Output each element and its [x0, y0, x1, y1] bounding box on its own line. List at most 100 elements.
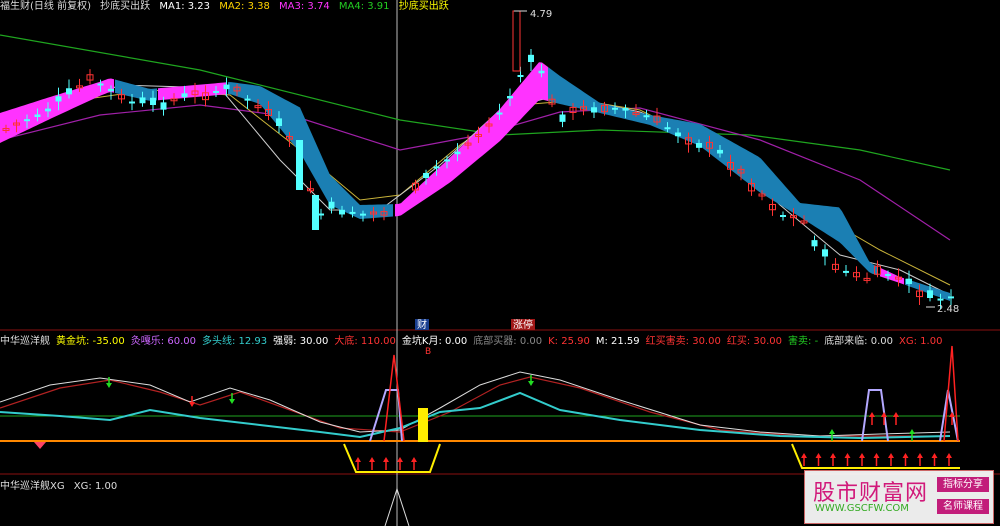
- candle-body-down: [339, 209, 345, 215]
- red-arrow-head: [888, 453, 894, 458]
- candle-body-down: [296, 140, 303, 190]
- watermark-url: WWW.GSCFW.COM: [815, 503, 909, 514]
- sub2-value: XG: 1.00: [73, 481, 118, 492]
- sub2-label: 中华巡洋舰XG: [0, 481, 65, 492]
- sub1-item: K: 25.90: [548, 336, 590, 347]
- candle-body-down: [906, 278, 912, 284]
- candle-body-down: [496, 112, 503, 115]
- sub1-item: 害卖: -: [788, 336, 819, 347]
- band-up-segment: [0, 78, 114, 143]
- chart-title: 福生财(日线 前复权): [0, 1, 91, 12]
- candle-body-down: [55, 96, 62, 102]
- moving-average-lines: [0, 34, 951, 296]
- sub1-header: 中华巡洋舰 黄金坑: -35.00 灸嘎乐: 60.00 多头线: 12.93 强弱: …: [0, 332, 948, 347]
- candle-body-down: [34, 114, 41, 117]
- candle-body-down: [612, 107, 618, 110]
- red-arrow-head: [917, 453, 923, 458]
- high-price-label: 4.79: [530, 9, 552, 20]
- red-arrow-head: [830, 453, 836, 458]
- candle-body-down: [349, 211, 356, 214]
- candle-body-down: [538, 70, 545, 74]
- sub1-item: 强弱: 30.00: [273, 336, 329, 347]
- red-arrow-head: [873, 453, 880, 458]
- sub1-item: 底部来临: 0.00: [824, 336, 894, 347]
- candle-body-down: [843, 270, 849, 273]
- sub-indicator-panel: [0, 345, 960, 473]
- arrow-down-head: [106, 383, 112, 388]
- green-arrow-head: [909, 429, 915, 434]
- extra-indicator: 抄底买出跃: [398, 1, 449, 12]
- watermark-tag2: 名师课程: [937, 499, 989, 514]
- candle-body-down: [664, 127, 671, 130]
- sell-triangle: [34, 442, 46, 449]
- candle-body-down: [108, 88, 114, 92]
- arrow-down-head: [229, 399, 235, 404]
- arrow-down-head: [528, 381, 534, 386]
- ma1-line: [0, 84, 951, 296]
- candle-body-down: [360, 213, 366, 216]
- candle-body-down: [559, 114, 566, 122]
- low-price-label: 2.48: [937, 304, 959, 315]
- sub1-item: 黄金坑: -35.00: [56, 336, 125, 347]
- stock-chart: 4.79 2.48 财 涨停 B: [0, 0, 1000, 526]
- sub1-item: 中华巡洋舰: [0, 336, 50, 347]
- red-arrow-head: [815, 453, 822, 458]
- red-arrow-head: [902, 453, 909, 458]
- candle-body-down: [780, 215, 786, 217]
- red-arrow-head: [411, 457, 417, 462]
- cai-marker: 财: [417, 318, 427, 331]
- b-marker: B: [425, 347, 431, 357]
- candle-body-down: [423, 172, 429, 178]
- sub1-item: XG: 1.00: [899, 336, 943, 347]
- ma3-label: MA3: 3.74: [279, 1, 330, 12]
- candle-body-down: [591, 107, 597, 113]
- sub1-item: M: 21.59: [595, 336, 640, 347]
- red-arrow-head: [397, 457, 403, 462]
- sub1-item: 大底: 110.00: [334, 336, 396, 347]
- candle-body-down: [66, 88, 72, 95]
- red-arrow-head: [946, 453, 952, 458]
- arrow-down-head: [189, 402, 195, 407]
- candle-body-down: [507, 96, 513, 99]
- red-arrow-head: [881, 412, 887, 417]
- candle-body-up: [512, 10, 521, 72]
- candle-body-down: [181, 93, 188, 98]
- candle-body-down: [454, 151, 461, 155]
- candle-body-down: [675, 132, 681, 137]
- candle-body-down: [129, 101, 135, 104]
- candle-body-down: [160, 102, 167, 110]
- main-header: 福生财(日线 前复权) 抄底买出跃 MA1: 3.23 MA2: 3.38 MA…: [0, 0, 455, 12]
- candle-body-down: [948, 296, 954, 299]
- red-arrow-head: [949, 412, 955, 417]
- candle-body-down: [97, 83, 104, 86]
- m-line: [0, 371, 951, 437]
- candle-body-down: [213, 90, 219, 93]
- ma1-label: MA1: 3.23: [159, 1, 211, 12]
- zhangting-marker: 涨停: [513, 318, 533, 331]
- ma4-label: MA4: 3.91: [338, 1, 390, 12]
- watermark-tag1: 指标分享: [937, 477, 989, 492]
- sub1-item: 红买害卖: 30.00: [645, 336, 721, 347]
- sub1-item: 多头线: 12.93: [201, 336, 268, 347]
- candle-body-down: [24, 119, 30, 122]
- green-arrow-head: [829, 429, 835, 434]
- candle-body-down: [139, 97, 146, 104]
- candle-body-down: [517, 75, 524, 77]
- candle-body-down: [528, 54, 534, 62]
- indicator-name: 抄底买出跃: [100, 1, 151, 12]
- candle-body-down: [822, 249, 828, 257]
- red-arrow-head: [859, 453, 865, 458]
- candle-body-down: [150, 97, 156, 105]
- band-down-segment: [548, 67, 878, 276]
- candle-body-down: [276, 118, 282, 126]
- red-arrow-head: [931, 453, 938, 458]
- red-arrow-head: [801, 453, 807, 458]
- candle-body-down: [717, 149, 723, 154]
- watermark: 股市财富网 WWW.GSCFW.COM 指标分享 名师课程: [804, 470, 994, 524]
- candle-body-down: [223, 84, 230, 90]
- candle-body-down: [696, 143, 702, 148]
- sub1-item: 底部买器: 0.00: [473, 336, 543, 347]
- candle-body-down: [811, 240, 818, 247]
- candle-body-down: [937, 298, 944, 301]
- band-up-segment: [395, 62, 548, 217]
